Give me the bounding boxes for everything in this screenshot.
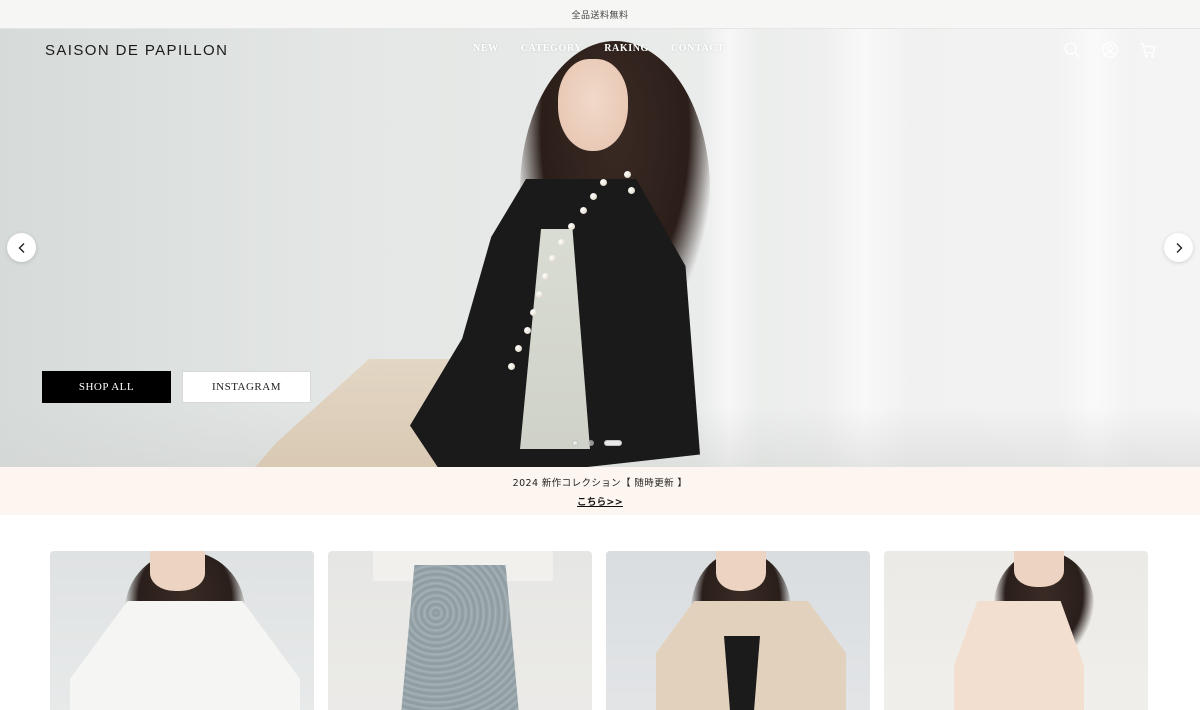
cart-icon[interactable] bbox=[1138, 40, 1158, 60]
pearl-detail bbox=[536, 291, 543, 298]
model-face bbox=[150, 551, 205, 591]
promo-banner: 2024 新作コレクション【 随時更新 】 こちら>> bbox=[0, 467, 1200, 515]
pearl-detail bbox=[624, 171, 631, 178]
inner-top bbox=[724, 636, 760, 710]
pearl-detail bbox=[530, 309, 537, 316]
pearl-detail bbox=[580, 207, 587, 214]
pearl-detail bbox=[568, 223, 575, 230]
model-face bbox=[1014, 551, 1064, 587]
pearl-detail bbox=[524, 327, 531, 334]
pearl-detail bbox=[590, 193, 597, 200]
dress bbox=[954, 601, 1084, 710]
chevron-left-icon bbox=[18, 242, 24, 253]
product-card-white-blouse[interactable] bbox=[50, 551, 314, 710]
carousel-dot[interactable] bbox=[588, 440, 594, 446]
announcement-text: 全品送料無料 bbox=[571, 10, 629, 21]
main-nav: NEW CATEGORY RAKING CONTACT bbox=[473, 43, 724, 54]
nav-item-category[interactable]: CATEGORY bbox=[521, 43, 583, 54]
announcement-bar: 全品送料無料 bbox=[0, 0, 1200, 29]
pearl-detail bbox=[558, 239, 565, 246]
shop-all-button[interactable]: SHOP ALL bbox=[42, 371, 171, 403]
hero-slideshow bbox=[0, 29, 1200, 467]
product-card-jacquard-skirt[interactable] bbox=[328, 551, 592, 710]
product-card-ivory-dress[interactable] bbox=[884, 551, 1148, 710]
promo-link[interactable]: こちら>> bbox=[577, 494, 623, 508]
model-face bbox=[716, 551, 766, 591]
carousel-next-button[interactable] bbox=[1164, 233, 1193, 262]
carousel-prev-button[interactable] bbox=[7, 233, 36, 262]
brand-logo[interactable]: SAISON DE PAPILLON bbox=[45, 42, 228, 59]
instagram-button[interactable]: INSTAGRAM bbox=[182, 371, 311, 403]
site-header: SAISON DE PAPILLON NEW CATEGORY RAKING C… bbox=[0, 29, 1200, 71]
pearl-detail bbox=[549, 255, 556, 262]
skirt bbox=[400, 565, 520, 710]
hero-model-face bbox=[558, 59, 628, 151]
pearl-detail bbox=[508, 363, 515, 370]
nav-item-new[interactable]: NEW bbox=[473, 43, 499, 54]
carousel-dots bbox=[572, 440, 622, 446]
product-grid bbox=[50, 551, 1148, 710]
nav-item-raking[interactable]: RAKING bbox=[604, 43, 649, 54]
promo-text: 2024 新作コレクション【 随時更新 】 bbox=[512, 477, 688, 489]
product-card-beige-jacket[interactable] bbox=[606, 551, 870, 710]
pearl-detail bbox=[542, 273, 549, 280]
hero-backdrop bbox=[700, 29, 760, 467]
hero-backdrop bbox=[820, 29, 910, 467]
account-icon[interactable] bbox=[1100, 40, 1120, 60]
hero-backdrop bbox=[1060, 29, 1130, 467]
nav-item-contact[interactable]: CONTACT bbox=[671, 43, 724, 54]
search-icon[interactable] bbox=[1062, 40, 1082, 60]
carousel-dot-active[interactable] bbox=[604, 440, 622, 446]
pearl-detail bbox=[600, 179, 607, 186]
pearl-detail bbox=[515, 345, 522, 352]
carousel-dot[interactable] bbox=[572, 440, 578, 446]
chevron-right-icon bbox=[1176, 242, 1182, 253]
header-actions bbox=[1062, 40, 1158, 60]
pearl-detail bbox=[628, 187, 635, 194]
